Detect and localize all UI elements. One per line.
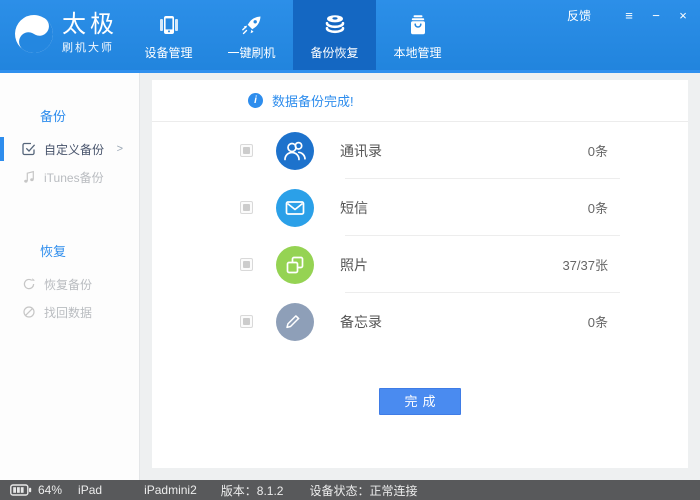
row-checkbox[interactable]	[240, 315, 253, 328]
close-icon[interactable]: ×	[676, 8, 690, 23]
row-label: 备忘录	[340, 313, 382, 330]
local-manage-icon	[404, 11, 432, 39]
sidebar: 备份 自定义备份 > iTunes备份 恢复 恢复备份 找回数据	[0, 73, 140, 480]
custom-backup-icon	[22, 142, 36, 156]
active-indicator	[0, 137, 4, 161]
row-count: 0条	[587, 201, 608, 216]
status-bar: 64% iPad iPadmini2 版本：8.1.2 设备状态：正常连接	[0, 480, 700, 500]
done-button[interactable]: 完成	[379, 388, 461, 415]
sidebar-section-restore: 恢复	[40, 244, 67, 259]
itunes-backup-icon	[22, 170, 36, 184]
memo-icon	[276, 302, 314, 341]
tab-device-manage[interactable]: 设备管理	[127, 0, 210, 70]
row-checkbox[interactable]	[240, 144, 253, 157]
device-status: 设备状态：正常连接	[309, 483, 418, 498]
nav-tabs: 设备管理 一键刷机 备份恢复 本地管理	[127, 0, 459, 70]
app-logo: 太极 刷机大师	[14, 13, 118, 55]
list-item-sms: 短信 0条	[152, 179, 688, 236]
battery-percent: 64%	[38, 483, 63, 497]
app-subtitle: 刷机大师	[62, 42, 114, 54]
backup-complete-banner: i 数据备份完成!	[152, 80, 688, 122]
row-label: 短信	[340, 199, 368, 216]
device-name: iPadmini2	[144, 483, 197, 497]
list-item-contacts: 通讯录 0条	[152, 122, 688, 179]
photos-icon	[276, 245, 314, 284]
restore-backup-icon	[22, 277, 36, 291]
contacts-icon	[276, 131, 314, 170]
sms-icon	[276, 188, 314, 227]
sidebar-item-custom-backup[interactable]: 自定义备份 >	[0, 135, 139, 163]
one-key-flash-icon	[238, 11, 266, 39]
taiji-logo-icon	[15, 15, 53, 53]
tab-backup-restore[interactable]: 备份恢复	[293, 0, 376, 70]
header: 太极 刷机大师 设备管理 一键刷机 备份恢复 本地管理 反馈 ≡ − ×	[0, 0, 700, 73]
feedback-button[interactable]: 反馈	[567, 7, 591, 24]
list-item-photos: 照片 37/37张	[152, 236, 688, 293]
sidebar-item-label: 找回数据	[44, 305, 93, 320]
sidebar-item-label: 恢复备份	[44, 277, 93, 292]
device-version: 版本：8.1.2	[220, 483, 284, 498]
tab-one-key-flash[interactable]: 一键刷机	[210, 0, 293, 70]
info-icon: i	[248, 93, 263, 108]
row-count: 0条	[587, 315, 608, 330]
tab-label: 本地管理	[393, 46, 442, 60]
battery-icon	[10, 484, 32, 496]
row-count: 0条	[587, 144, 608, 159]
tab-label: 备份恢复	[310, 46, 359, 60]
device-manage-icon	[155, 11, 183, 39]
row-count: 37/37张	[562, 258, 608, 273]
app-window: 太极 刷机大师 设备管理 一键刷机 备份恢复 本地管理 反馈 ≡ − × 备份 …	[0, 0, 700, 500]
device-type: iPad	[78, 483, 103, 497]
sidebar-item-recover-data[interactable]: 找回数据	[0, 298, 139, 326]
banner-text: 数据备份完成!	[272, 94, 354, 109]
sidebar-item-restore-backup[interactable]: 恢复备份	[0, 270, 139, 298]
recover-data-icon	[22, 305, 36, 319]
sidebar-item-label: iTunes备份	[44, 170, 104, 185]
tab-label: 设备管理	[144, 46, 193, 60]
backup-restore-icon	[321, 11, 349, 39]
row-label: 照片	[340, 256, 368, 273]
sidebar-item-label: 自定义备份	[44, 142, 105, 157]
tab-local-manage[interactable]: 本地管理	[376, 0, 459, 70]
menu-icon[interactable]: ≡	[622, 8, 636, 23]
chevron-right-icon: >	[116, 143, 123, 155]
minimize-icon[interactable]: −	[649, 8, 663, 23]
tab-label: 一键刷机	[227, 46, 276, 60]
app-title: 太极	[62, 11, 118, 38]
sidebar-section-backup: 备份	[40, 109, 67, 124]
sidebar-item-itunes-backup[interactable]: iTunes备份	[0, 163, 139, 191]
row-label: 通讯录	[340, 142, 382, 159]
main-panel: i 数据备份完成! 通讯录 0条 短信 0条 照片 37/37张 备忘录 0条 …	[152, 80, 688, 468]
row-checkbox[interactable]	[240, 258, 253, 271]
window-controls: 反馈 ≡ − ×	[567, 7, 690, 24]
row-checkbox[interactable]	[240, 201, 253, 214]
list-item-memos: 备忘录 0条	[152, 293, 688, 350]
